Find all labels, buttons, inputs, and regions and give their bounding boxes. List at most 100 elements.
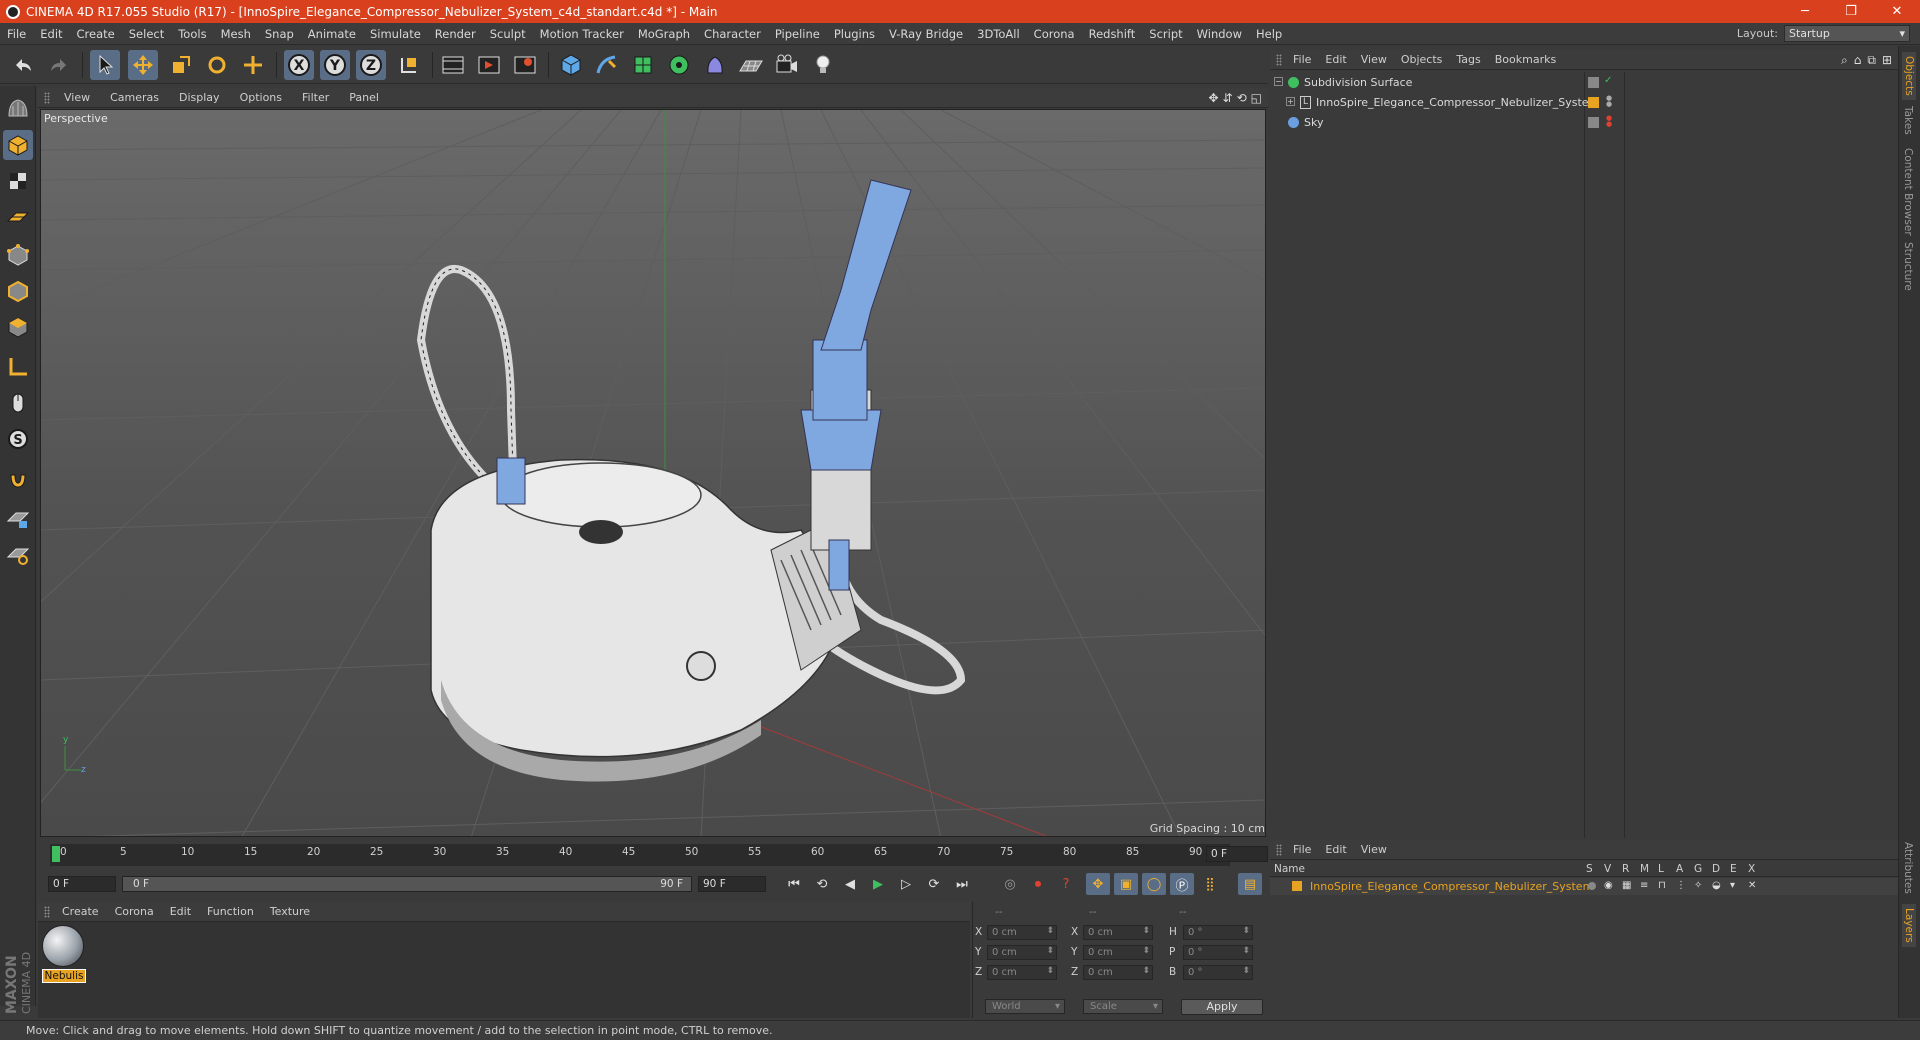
next-key-icon[interactable]: ⟳ [922, 873, 946, 895]
planar-workplane-icon[interactable] [3, 540, 33, 570]
restore-button[interactable]: ❐ [1828, 0, 1874, 23]
layer-animation-icon[interactable]: ⋮ [1676, 880, 1686, 891]
camera-object-icon[interactable] [772, 50, 802, 80]
pen-spline-icon[interactable] [592, 50, 622, 80]
material-menu-edit[interactable]: Edit [162, 905, 199, 918]
locked-workplane-icon[interactable] [3, 504, 33, 534]
z-axis-icon[interactable]: Z [356, 50, 386, 80]
menu-tools[interactable]: Tools [171, 27, 213, 41]
next-frame-icon[interactable]: ▷ [894, 873, 918, 895]
cube-object-icon[interactable] [556, 50, 586, 80]
object-row-nebulizer[interactable]: + L InnoSpire_Elegance_Compressor_Nebuli… [1270, 94, 1898, 113]
workplane-mode-icon[interactable] [3, 202, 33, 232]
material-swatch[interactable]: Nebulis [42, 925, 86, 983]
render-to-picture-viewer-icon[interactable] [474, 50, 504, 80]
panel-grip-icon[interactable] [44, 91, 50, 104]
layer-manager-icon[interactable]: ≡ [1640, 880, 1648, 891]
filter-icon[interactable]: ⧉ [1867, 53, 1876, 68]
cloner-icon[interactable] [664, 50, 694, 80]
scale-icon[interactable] [166, 50, 196, 80]
object-menu-tags[interactable]: Tags [1449, 53, 1487, 66]
viewport-menu-panel[interactable]: Panel [339, 91, 389, 104]
size-z-field[interactable]: 0 cm [1083, 965, 1153, 980]
size-mode-dropdown[interactable]: Scale [1083, 999, 1163, 1014]
redo-icon[interactable] [44, 50, 74, 80]
size-y-field[interactable]: 0 cm [1083, 945, 1153, 960]
material-menu-texture[interactable]: Texture [262, 905, 318, 918]
tweak-mode-icon[interactable] [3, 388, 33, 418]
menu-edit[interactable]: Edit [33, 27, 69, 41]
model-mode-icon[interactable] [3, 130, 33, 160]
light-object-icon[interactable] [808, 50, 838, 80]
visibility-dots-icon[interactable]: ● ● [1606, 95, 1612, 108]
frame-range-slider[interactable]: 0 F 90 F [122, 876, 692, 892]
object-menu-bookmarks[interactable]: Bookmarks [1488, 53, 1563, 66]
rotate-view-icon[interactable]: ⟲ [1237, 91, 1247, 105]
play-icon[interactable]: ▶ [866, 873, 890, 895]
playhead[interactable] [52, 846, 60, 862]
menu-script[interactable]: Script [1142, 27, 1189, 41]
object-menu-file[interactable]: File [1286, 53, 1318, 66]
position-x-field[interactable]: 0 cm [987, 925, 1057, 940]
coordinate-system-dropdown[interactable]: World [985, 999, 1065, 1014]
y-axis-icon[interactable]: Y [320, 50, 350, 80]
panel-grip-icon[interactable] [44, 905, 50, 918]
magnet-icon[interactable] [3, 464, 33, 494]
tab-objects[interactable]: Objects [1902, 52, 1916, 100]
deformer-icon[interactable] [700, 50, 730, 80]
render-settings-icon[interactable] [510, 50, 540, 80]
size-x-field[interactable]: 0 cm [1083, 925, 1153, 940]
make-editable-icon[interactable] [3, 94, 33, 124]
position-z-field[interactable]: 0 cm [987, 965, 1057, 980]
edges-mode-icon[interactable] [3, 276, 33, 306]
menu-file[interactable]: File [0, 27, 33, 41]
rotation-b-field[interactable]: 0 ° [1183, 965, 1253, 980]
key-scale-icon[interactable]: ▣ [1114, 873, 1138, 895]
layer-generator-icon[interactable]: ✧ [1694, 880, 1702, 891]
menu-snap[interactable]: Snap [258, 27, 301, 41]
viewport-menu-display[interactable]: Display [169, 91, 230, 104]
object-row-subdivision[interactable]: − Subdivision Surface ✓ [1270, 74, 1898, 93]
layer-solo-icon[interactable] [1588, 882, 1596, 890]
material-menu-corona[interactable]: Corona [107, 905, 162, 918]
pan-view-icon[interactable]: ✥ [1208, 91, 1218, 105]
layout-dropdown[interactable]: Startup [1784, 25, 1910, 42]
minimize-button[interactable]: ─ [1782, 0, 1828, 23]
start-frame-field[interactable]: 0 F [48, 876, 116, 892]
menu-corona[interactable]: Corona [1027, 27, 1082, 41]
record-key-icon[interactable]: ◎ [998, 873, 1022, 895]
panel-grip-icon[interactable] [1276, 53, 1282, 66]
previous-frame-icon[interactable]: ◀ [838, 873, 862, 895]
key-parameter-icon[interactable]: Ⓟ [1170, 873, 1194, 895]
menu-vray-bridge[interactable]: V-Ray Bridge [882, 27, 970, 41]
layer-color-icon[interactable] [1588, 97, 1599, 108]
menu-render[interactable]: Render [428, 27, 483, 41]
layer-row[interactable]: InnoSpire_Elegance_Compressor_Nebulizer_… [1270, 878, 1898, 895]
layer-expression-icon[interactable]: ▾ [1730, 880, 1735, 891]
menu-create[interactable]: Create [70, 27, 122, 41]
menu-plugins[interactable]: Plugins [827, 27, 882, 41]
texture-mode-icon[interactable] [3, 166, 33, 196]
position-y-field[interactable]: 0 cm [987, 945, 1057, 960]
menu-simulate[interactable]: Simulate [363, 27, 428, 41]
material-menu-create[interactable]: Create [54, 905, 107, 918]
coordinate-system-icon[interactable] [394, 50, 424, 80]
go-to-end-icon[interactable]: ⏭ [950, 873, 974, 895]
layer-deformer-icon[interactable]: ◒ [1712, 880, 1721, 891]
layer-menu-file[interactable]: File [1286, 843, 1318, 856]
visibility-dots-icon[interactable]: ● ● [1606, 115, 1612, 128]
floor-object-icon[interactable] [736, 50, 766, 80]
layer-tag-icon[interactable] [1588, 117, 1599, 128]
layer-color-swatch[interactable] [1292, 881, 1302, 891]
menu-mograph[interactable]: MoGraph [631, 27, 697, 41]
timeline-ruler[interactable]: 0 5 10 15 20 25 30 35 40 45 50 55 60 65 … [50, 844, 1230, 866]
snap-settings-icon[interactable]: S [3, 424, 33, 454]
menu-pipeline[interactable]: Pipeline [768, 27, 827, 41]
new-panel-icon[interactable]: ⊞ [1882, 53, 1892, 68]
points-mode-icon[interactable] [3, 240, 33, 270]
layer-visible-icon[interactable]: ◉ [1604, 880, 1613, 891]
axis-mode-icon[interactable] [3, 352, 33, 382]
transform-icon[interactable] [238, 50, 268, 80]
x-axis-icon[interactable]: X [284, 50, 314, 80]
key-position-icon[interactable]: ✥ [1086, 873, 1110, 895]
